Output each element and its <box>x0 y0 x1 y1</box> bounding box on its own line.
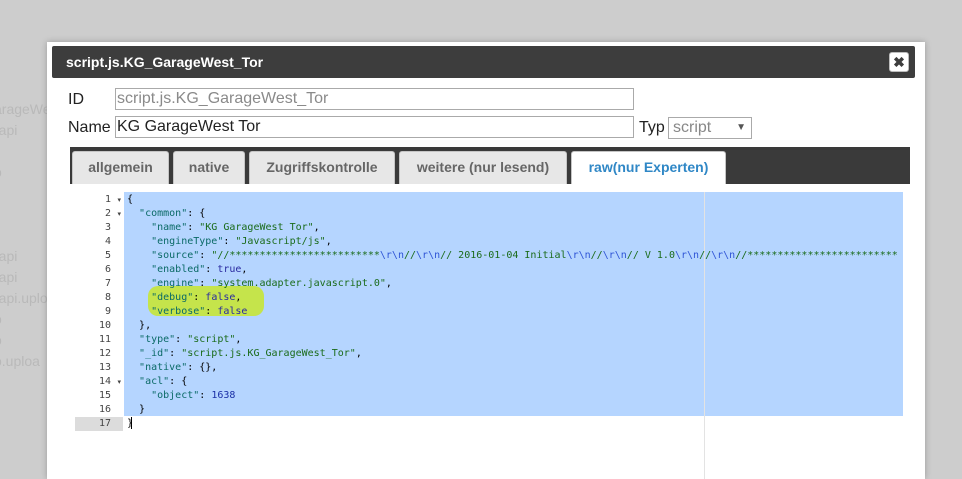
tab-zugriffskontrolle[interactable]: Zugriffskontrolle <box>249 151 395 184</box>
code-line: "acl": { <box>139 376 188 387</box>
background-list-item: o <box>0 311 2 327</box>
code-line: "source": "//*************************\r… <box>151 250 898 261</box>
background-list-item: o <box>0 164 2 180</box>
line-number: 12 <box>98 348 111 359</box>
code-line: "object": 1638 <box>151 390 236 401</box>
id-label: ID <box>68 91 84 108</box>
tab-raw[interactable]: raw(nur Experten) <box>571 151 726 184</box>
code-line: "native": {}, <box>139 362 218 373</box>
code-line: "common": { <box>139 208 206 219</box>
line-number: 3 <box>104 222 111 233</box>
line-number: 13 <box>98 362 111 373</box>
id-field[interactable] <box>115 88 634 110</box>
code-line: "engineType": "Javascript/js", <box>151 236 332 247</box>
type-label: Typ <box>639 119 665 136</box>
code-line: "verbose": false <box>151 306 248 317</box>
close-button[interactable]: ✖ <box>889 52 909 72</box>
fold-toggle-icon[interactable]: ▾ <box>117 210 121 218</box>
line-number: 7 <box>104 278 111 289</box>
code-area[interactable]: { "common": { "name": "KG GarageWest Tor… <box>124 192 903 479</box>
name-label: Name <box>68 119 111 136</box>
fold-toggle-icon[interactable]: ▾ <box>117 196 121 204</box>
editor-gutter: 1 ▾ 2 ▾ 3 4 5 6 7 8 9 10 11 12 13 14 ▾ 1… <box>75 192 123 479</box>
dialog-title: script.js.KG_GarageWest_Tor <box>66 54 264 70</box>
background-list-item: -api <box>0 269 18 285</box>
code-line: { <box>127 194 134 205</box>
line-number: 15 <box>98 390 111 401</box>
text-cursor <box>131 417 132 429</box>
code-line: "type": "script", <box>139 334 242 345</box>
code-line: "debug": false, <box>151 292 242 303</box>
background-list-item: -api <box>0 122 18 138</box>
background-list-item: arageWe <box>0 101 51 117</box>
tab-bar: allgemein native Zugriffskontrolle weite… <box>70 147 910 184</box>
tab-weitere[interactable]: weitere (nur lesend) <box>399 151 567 184</box>
type-select[interactable]: script ▼ <box>668 117 752 139</box>
line-number: 1 <box>104 194 111 205</box>
line-number: 17 <box>98 418 111 429</box>
background-list-item: -api <box>0 248 18 264</box>
line-number: 10 <box>98 320 111 331</box>
tab-allgemein[interactable]: allgemein <box>72 151 169 184</box>
object-edit-dialog: script.js.KG_GarageWest_Tor ✖ ID Name Ty… <box>47 42 925 479</box>
line-number: 14 <box>98 376 111 387</box>
chevron-down-icon: ▼ <box>736 122 746 133</box>
code-line: "engine": "system.adapter.javascript.0", <box>151 278 392 289</box>
dialog-titlebar[interactable]: script.js.KG_GarageWest_Tor ✖ <box>52 46 915 78</box>
fold-toggle-icon[interactable]: ▾ <box>117 378 121 386</box>
close-icon: ✖ <box>893 54 905 70</box>
print-margin <box>704 192 705 479</box>
line-number: 5 <box>104 250 111 261</box>
code-line: }, <box>139 320 152 331</box>
background-list-item: o <box>0 332 2 348</box>
name-field[interactable] <box>115 116 634 138</box>
line-number: 2 <box>104 208 111 219</box>
code-line: "enabled": true, <box>151 264 248 275</box>
tab-native[interactable]: native <box>173 151 245 184</box>
code-line: } <box>139 404 146 415</box>
code-line: "_id": "script.js.KG_GarageWest_Tor", <box>139 348 362 359</box>
line-number: 8 <box>104 292 111 303</box>
background-list-item: o.uploa <box>0 353 40 369</box>
json-editor[interactable]: 1 ▾ 2 ▾ 3 4 5 6 7 8 9 10 11 12 13 14 ▾ 1… <box>75 192 903 479</box>
line-number: 4 <box>104 236 111 247</box>
code-line: "name": "KG GarageWest Tor", <box>151 222 320 233</box>
line-number: 11 <box>98 334 111 345</box>
type-select-value: script <box>673 119 712 136</box>
background-list-item: -api.uplo <box>0 290 48 306</box>
line-number: 9 <box>104 306 111 317</box>
line-number: 16 <box>98 404 111 415</box>
line-number: 6 <box>104 264 111 275</box>
